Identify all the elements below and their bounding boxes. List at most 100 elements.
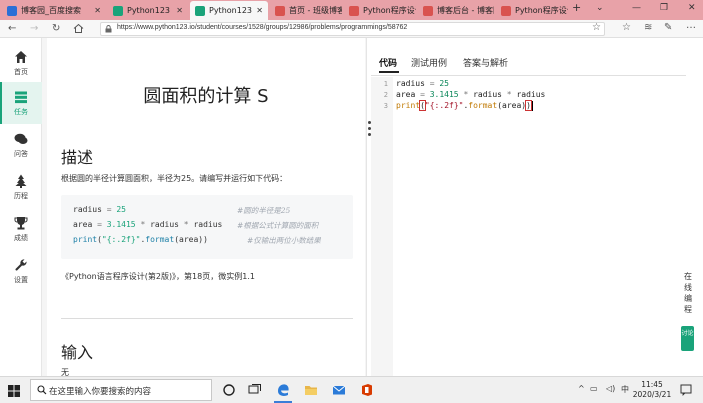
- problem-title: 圆面积的计算 S: [143, 86, 269, 107]
- task-icon: [15, 91, 27, 104]
- active-indicator: [0, 82, 2, 124]
- code-line: print("{:.2f}".format(area)): [73, 235, 208, 244]
- home-icon[interactable]: [73, 23, 84, 34]
- edge-browser-icon[interactable]: [276, 383, 290, 397]
- input-value: 无: [61, 368, 69, 376]
- tab-label: 首页 - 班级博客: [289, 6, 342, 15]
- sidebar-item-label: 问答: [14, 150, 28, 158]
- address-bar-row: ← → ↻ https://www.python123.io/student/c…: [0, 20, 703, 38]
- line-number-gutter: 1 2 3: [371, 77, 393, 376]
- favicon-icon: [195, 5, 205, 16]
- system-clock[interactable]: 11:45 2020/3/21: [632, 380, 672, 400]
- notes-icon[interactable]: ✎: [664, 22, 672, 34]
- address-field[interactable]: https://www.python123.io/student/courses…: [100, 22, 605, 36]
- favorites-list-icon[interactable]: ☆: [622, 22, 631, 34]
- source-reference: 《Python语言程序设计(第2版)》，第18页，微实例1.1: [61, 272, 255, 281]
- browser-tab[interactable]: 首页 - 班级博客 ✕: [270, 1, 342, 20]
- sidebar-item-label: 历程: [14, 192, 28, 200]
- search-placeholder: 在这里输入你要搜索的内容: [49, 387, 152, 397]
- close-icon[interactable]: ✕: [94, 6, 101, 15]
- close-window-icon[interactable]: ✕: [688, 3, 696, 13]
- forward-icon[interactable]: →: [30, 23, 38, 35]
- sidebar-item-home[interactable]: 首页: [0, 42, 42, 84]
- browser-tab[interactable]: Python123 ✕: [108, 1, 188, 20]
- network-icon[interactable]: ▭: [590, 384, 598, 393]
- back-icon[interactable]: ←: [8, 23, 16, 35]
- tab-label: 博客园_百度搜索: [21, 6, 81, 15]
- clock-time: 11:45: [641, 380, 663, 389]
- reading-list-icon[interactable]: ≋: [644, 22, 652, 34]
- sidebar-item-label: 任务: [14, 108, 28, 116]
- tab-test-cases[interactable]: 测试用例: [411, 56, 447, 69]
- code-line: area = 3.1415 * radius * radius: [73, 220, 223, 229]
- desktop: 博客园_百度搜索 ✕ Python123 ✕ Python123 ✕ 首页 - …: [0, 0, 703, 403]
- minimize-icon[interactable]: —: [632, 3, 641, 13]
- text-cursor: [532, 101, 533, 111]
- tab-label: Python程序设计: [363, 6, 416, 15]
- code-line: radius = 25: [73, 205, 126, 214]
- close-icon[interactable]: ✕: [176, 6, 183, 15]
- feedback-button[interactable]: 讨论: [681, 326, 694, 351]
- search-icon: [37, 385, 47, 395]
- task-view-icon[interactable]: [248, 383, 262, 397]
- windows-start-icon[interactable]: [8, 385, 20, 397]
- tab-list-icon[interactable]: ⌄: [596, 3, 604, 13]
- sidebar-item-qa[interactable]: 问答: [0, 124, 42, 166]
- more-icon[interactable]: …: [686, 20, 696, 32]
- editor-code-line[interactable]: area = 3.1415 * radius * radius: [396, 90, 545, 99]
- sidebar-item-label: 成绩: [14, 234, 28, 242]
- url-text: https://www.python123.io/student/courses…: [117, 24, 408, 31]
- problem-card: 圆面积的计算 S 描述 根据圆的半径计算圆面积，半径为25。请编写并运行如下代码…: [47, 38, 365, 376]
- line-number: 1: [383, 80, 388, 88]
- history-icon: [15, 174, 27, 188]
- favicon-icon: [349, 5, 359, 16]
- browser-tab-active[interactable]: Python123 ✕: [190, 1, 268, 20]
- favorite-star-icon[interactable]: ☆: [592, 22, 601, 34]
- mail-icon[interactable]: [332, 383, 346, 397]
- sidebar-item-settings[interactable]: 设置: [0, 250, 42, 292]
- example-code-block: radius = 25 #圆的半径是25 area = 3.1415 * rad…: [61, 195, 353, 259]
- tab-code[interactable]: 代码: [379, 56, 397, 69]
- description-heading: 描述: [61, 148, 94, 167]
- chat-icon: [14, 133, 28, 144]
- close-icon[interactable]: ✕: [256, 6, 263, 15]
- notification-icon[interactable]: [680, 384, 692, 396]
- home-icon: [15, 51, 27, 63]
- browser-tab[interactable]: Python程序设计 ✕: [496, 1, 568, 20]
- line-number: 3: [383, 102, 388, 110]
- sidebar-item-history[interactable]: 历程: [0, 166, 42, 208]
- sidebar-item-tasks[interactable]: 任务: [0, 82, 42, 124]
- tab-label: Python123: [209, 6, 252, 15]
- editor-code-line[interactable]: print("{:.2f}".format(area)): [396, 100, 532, 111]
- browser-tab-bar: 博客园_百度搜索 ✕ Python123 ✕ Python123 ✕ 首页 - …: [0, 0, 703, 20]
- restore-icon[interactable]: ❐: [660, 3, 668, 13]
- online-editor-button[interactable]: 在线编程: [681, 271, 695, 317]
- browser-tab[interactable]: 博客后台 - 博客园 ✕: [418, 1, 494, 20]
- windows-taskbar: 在这里输入你要搜索的内容 ^ ▭ ◁) 中 11:45 2020/3/21: [0, 376, 703, 403]
- problem-pane: 圆面积的计算 S 描述 根据圆的半径计算圆面积，半径为25。请编写并运行如下代码…: [42, 38, 366, 376]
- new-tab-button[interactable]: +: [572, 1, 581, 14]
- editor-code-line[interactable]: radius = 25: [396, 79, 449, 88]
- taskbar-search-box[interactable]: 在这里输入你要搜索的内容: [30, 379, 212, 401]
- browser-tab[interactable]: Python程序设计 ✕: [344, 1, 416, 20]
- cortana-icon[interactable]: [222, 383, 236, 397]
- tray-expand-icon[interactable]: ^: [578, 384, 585, 393]
- code-comment: #根据公式计算圆的面积: [237, 221, 319, 230]
- tab-label: Python123: [127, 6, 170, 15]
- volume-icon[interactable]: ◁): [606, 384, 615, 393]
- refresh-icon[interactable]: ↻: [52, 23, 60, 35]
- code-comment: #仅输出两位小数结果: [247, 236, 321, 245]
- editor-pane: 代码 测试用例 答案与解析 1 2 3 radius = 25 area = 3…: [371, 38, 703, 376]
- tab-answer-analysis[interactable]: 答案与解析: [463, 56, 508, 69]
- office-icon[interactable]: [360, 383, 374, 397]
- active-tab-underline: [379, 71, 399, 73]
- sidebar-item-grades[interactable]: 成绩: [0, 208, 42, 250]
- input-method-indicator[interactable]: 中: [621, 384, 629, 395]
- favicon-icon: [7, 5, 17, 16]
- file-explorer-icon[interactable]: [304, 383, 318, 397]
- browser-tab[interactable]: 博客园_百度搜索 ✕: [2, 1, 106, 20]
- favicon-icon: [113, 5, 123, 16]
- clock-date: 2020/3/21: [632, 390, 672, 399]
- lock-icon: [105, 25, 112, 33]
- site-sidebar: 首页 任务 问答 历程 成绩 设置: [0, 38, 42, 376]
